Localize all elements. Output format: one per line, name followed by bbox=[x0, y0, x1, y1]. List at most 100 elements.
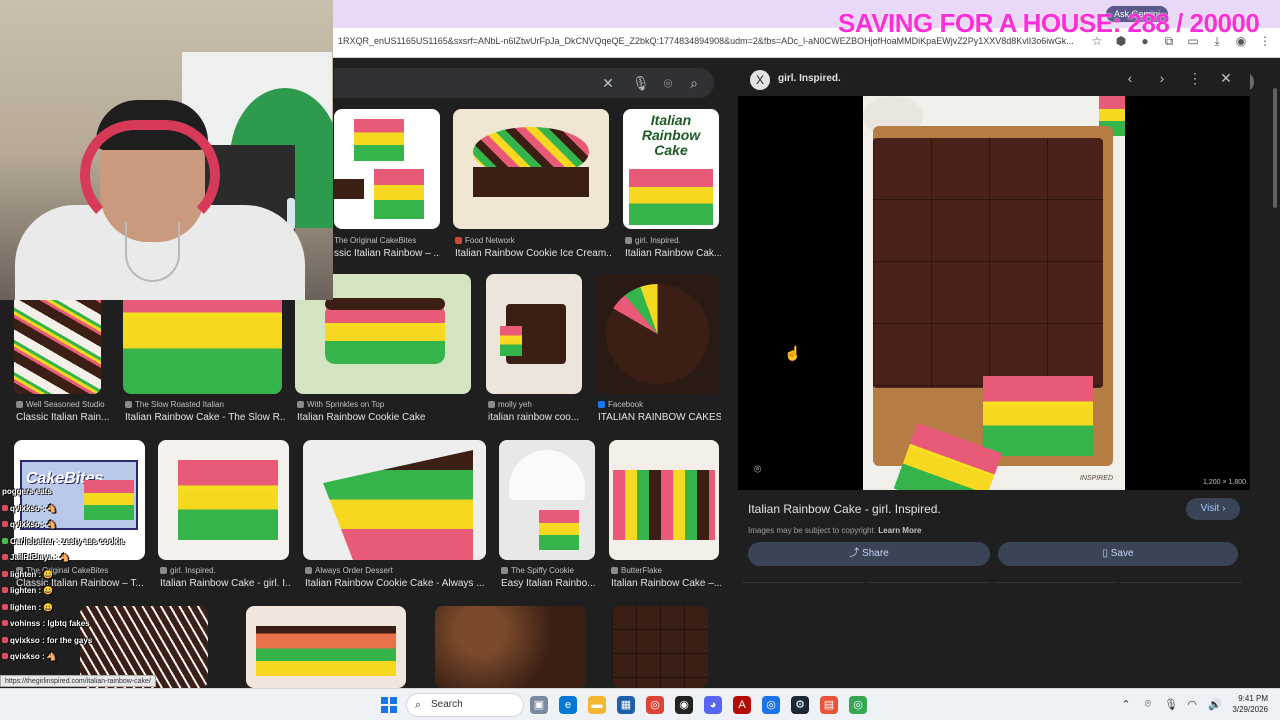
result-source[interactable]: Facebook bbox=[598, 400, 721, 409]
close-icon[interactable]: ✕ bbox=[600, 75, 616, 91]
result-title[interactable]: Italian Rainbow Cake - The Slow R... bbox=[125, 412, 285, 423]
app-icon[interactable]: ▤ bbox=[820, 696, 838, 714]
wifi-icon[interactable]: ◠ bbox=[1186, 698, 1198, 711]
result-title[interactable]: Classic Italian Rain... bbox=[16, 412, 116, 423]
result-image[interactable] bbox=[596, 274, 719, 394]
panel-source[interactable]: girl. Inspired. bbox=[778, 73, 841, 84]
result-image[interactable]: Italian Rainbow Cake bbox=[623, 109, 719, 229]
network-icon[interactable]: ⌾ bbox=[1142, 698, 1154, 711]
result-image[interactable] bbox=[499, 440, 595, 560]
chrome-profile-icon[interactable]: ◎ bbox=[849, 696, 867, 714]
stream-chat: poggers eats qvixkso : 🐴 qvixkso : 🐴 Car… bbox=[2, 484, 212, 702]
clock[interactable]: 9:41 PM 3/29/2026 bbox=[1232, 693, 1268, 715]
result-source[interactable]: ButterFlake bbox=[611, 566, 721, 575]
chrome-active-icon[interactable]: ◎ bbox=[762, 696, 780, 714]
file-explorer-icon[interactable]: ▬ bbox=[588, 696, 606, 714]
result-title[interactable]: ssic Italian Rainbow – ... bbox=[334, 248, 440, 259]
preview-image-area[interactable]: INSPIRED ⌾ 1,200 × 1,800 bbox=[738, 96, 1250, 490]
result-image[interactable] bbox=[303, 440, 486, 560]
learn-more-link[interactable]: Learn More bbox=[878, 526, 921, 535]
cake-slice bbox=[539, 510, 579, 550]
result-image[interactable] bbox=[486, 274, 582, 394]
panel-controls: ‹ › ⋮ ✕ bbox=[1124, 70, 1232, 87]
related-image[interactable] bbox=[994, 582, 1116, 612]
result-title[interactable]: Italian Rainbow Cookie Cake - Always ... bbox=[305, 578, 488, 589]
result-source[interactable]: girl. Inspired. bbox=[625, 236, 721, 245]
taskview-icon[interactable]: ▣ bbox=[530, 696, 548, 714]
related-image[interactable] bbox=[742, 582, 864, 612]
chat-message: qvixkso : 🐴 bbox=[2, 649, 212, 666]
system-tray: ⌃ ⌾ 🎙 ◠ 🔊 bbox=[1120, 698, 1222, 711]
cake-slice bbox=[500, 326, 522, 356]
edge-icon[interactable]: e bbox=[559, 696, 577, 714]
chat-message: Carlisbetter : zesty ass cookie bbox=[2, 534, 212, 551]
chat-badge-icon bbox=[2, 570, 8, 577]
preview-image[interactable]: INSPIRED bbox=[863, 96, 1125, 490]
obs-icon[interactable]: ◉ bbox=[675, 696, 693, 714]
share-button[interactable]: ⤴ Share bbox=[748, 542, 990, 566]
chat-badge-icon bbox=[2, 521, 8, 527]
source-logo[interactable]: X bbox=[750, 70, 770, 90]
save-button[interactable]: ▯ Save bbox=[998, 542, 1238, 566]
result-title[interactable]: ITALIAN RAINBOW CAKES... bbox=[598, 412, 721, 423]
volume-icon[interactable]: 🔊 bbox=[1208, 698, 1222, 711]
cake-on-plate bbox=[325, 304, 445, 364]
result-title[interactable]: Easy Italian Rainbo... bbox=[501, 578, 597, 589]
result-source[interactable]: Always Order Dessert bbox=[305, 566, 488, 575]
result-source[interactable]: With Sprinkles on Top bbox=[297, 400, 473, 409]
lens-search-icon[interactable]: ⌾ bbox=[754, 462, 761, 477]
chat-message: lighten : 😀 bbox=[2, 600, 212, 617]
steam-icon[interactable]: ⚙ bbox=[791, 696, 809, 714]
result-image[interactable] bbox=[435, 606, 586, 688]
webcam-overlay bbox=[0, 0, 333, 300]
italian-rainbow-cake-logo: Italian Rainbow Cake bbox=[641, 112, 701, 158]
result-image[interactable] bbox=[334, 109, 440, 229]
result-image[interactable] bbox=[609, 440, 719, 560]
taskbar-search[interactable]: ⌕ Search bbox=[406, 693, 524, 717]
result-image[interactable] bbox=[246, 606, 406, 688]
mic-icon[interactable]: 🎙 bbox=[1164, 698, 1178, 711]
result-source[interactable]: The Original CakeBites bbox=[334, 236, 440, 245]
result-source[interactable]: Food Network bbox=[455, 236, 611, 245]
more-options-icon[interactable]: ⋮ bbox=[1188, 70, 1202, 87]
result-image[interactable] bbox=[612, 606, 708, 688]
result-title[interactable]: Italian Rainbow Cookie Cake bbox=[297, 412, 473, 423]
result-title[interactable]: Italian Rainbow Cak... bbox=[625, 248, 721, 259]
taskbar-apps: ▣ e ▬ ▦ ◎ ◉ ◕ A ◎ ⚙ ▤ ◎ bbox=[530, 696, 867, 714]
close-panel-icon[interactable]: ✕ bbox=[1220, 70, 1232, 87]
headset bbox=[80, 120, 220, 230]
page-scrollbar[interactable] bbox=[1270, 58, 1280, 688]
panel-title[interactable]: Italian Rainbow Cake - girl. Inspired. bbox=[748, 502, 941, 516]
visit-button[interactable]: Visit › bbox=[1186, 498, 1240, 520]
chat-badge-icon bbox=[2, 554, 8, 560]
menu-icon[interactable]: ⋮ bbox=[1258, 34, 1272, 48]
result-title[interactable]: Italian Rainbow Cake –... bbox=[611, 578, 721, 589]
result-image[interactable] bbox=[453, 109, 609, 229]
facebook-icon bbox=[598, 401, 605, 408]
round-rainbow-cake bbox=[606, 284, 709, 384]
scroll-thumb[interactable] bbox=[1273, 88, 1277, 208]
search-box[interactable]: ✕ 🎙 ⌾ ⌕ bbox=[334, 68, 714, 98]
related-image[interactable] bbox=[868, 582, 990, 612]
result-source[interactable]: The Slow Roasted Italian bbox=[125, 400, 285, 409]
result-source[interactable]: The Spiffy Cookie bbox=[501, 566, 597, 575]
discord-icon[interactable]: ◕ bbox=[704, 696, 722, 714]
result-title[interactable]: Italian Rainbow Cookie Ice Cream... bbox=[455, 248, 611, 259]
result-source[interactable]: Well Seasoned Studio bbox=[16, 400, 116, 409]
acrobat-icon[interactable]: A bbox=[733, 696, 751, 714]
lens-icon[interactable]: ⌾ bbox=[660, 75, 676, 91]
chrome-icon[interactable]: ◎ bbox=[646, 696, 664, 714]
result-title[interactable]: italian rainbow coo... bbox=[488, 412, 584, 423]
windows-start-icon[interactable] bbox=[381, 697, 397, 713]
related-image[interactable] bbox=[1120, 582, 1242, 612]
search-icon[interactable]: ⌕ bbox=[686, 75, 702, 91]
previous-icon[interactable]: ‹ bbox=[1124, 70, 1136, 87]
chat-badge-icon bbox=[2, 504, 8, 511]
mic-icon[interactable]: 🎙 bbox=[632, 75, 650, 91]
result-source[interactable]: molly yeh bbox=[488, 400, 584, 409]
chevron-up-icon[interactable]: ⌃ bbox=[1120, 698, 1132, 711]
site-favicon bbox=[611, 567, 618, 574]
store-icon[interactable]: ▦ bbox=[617, 696, 635, 714]
next-icon[interactable]: › bbox=[1156, 70, 1168, 87]
chat-message: lighten : 😀 bbox=[2, 567, 212, 584]
